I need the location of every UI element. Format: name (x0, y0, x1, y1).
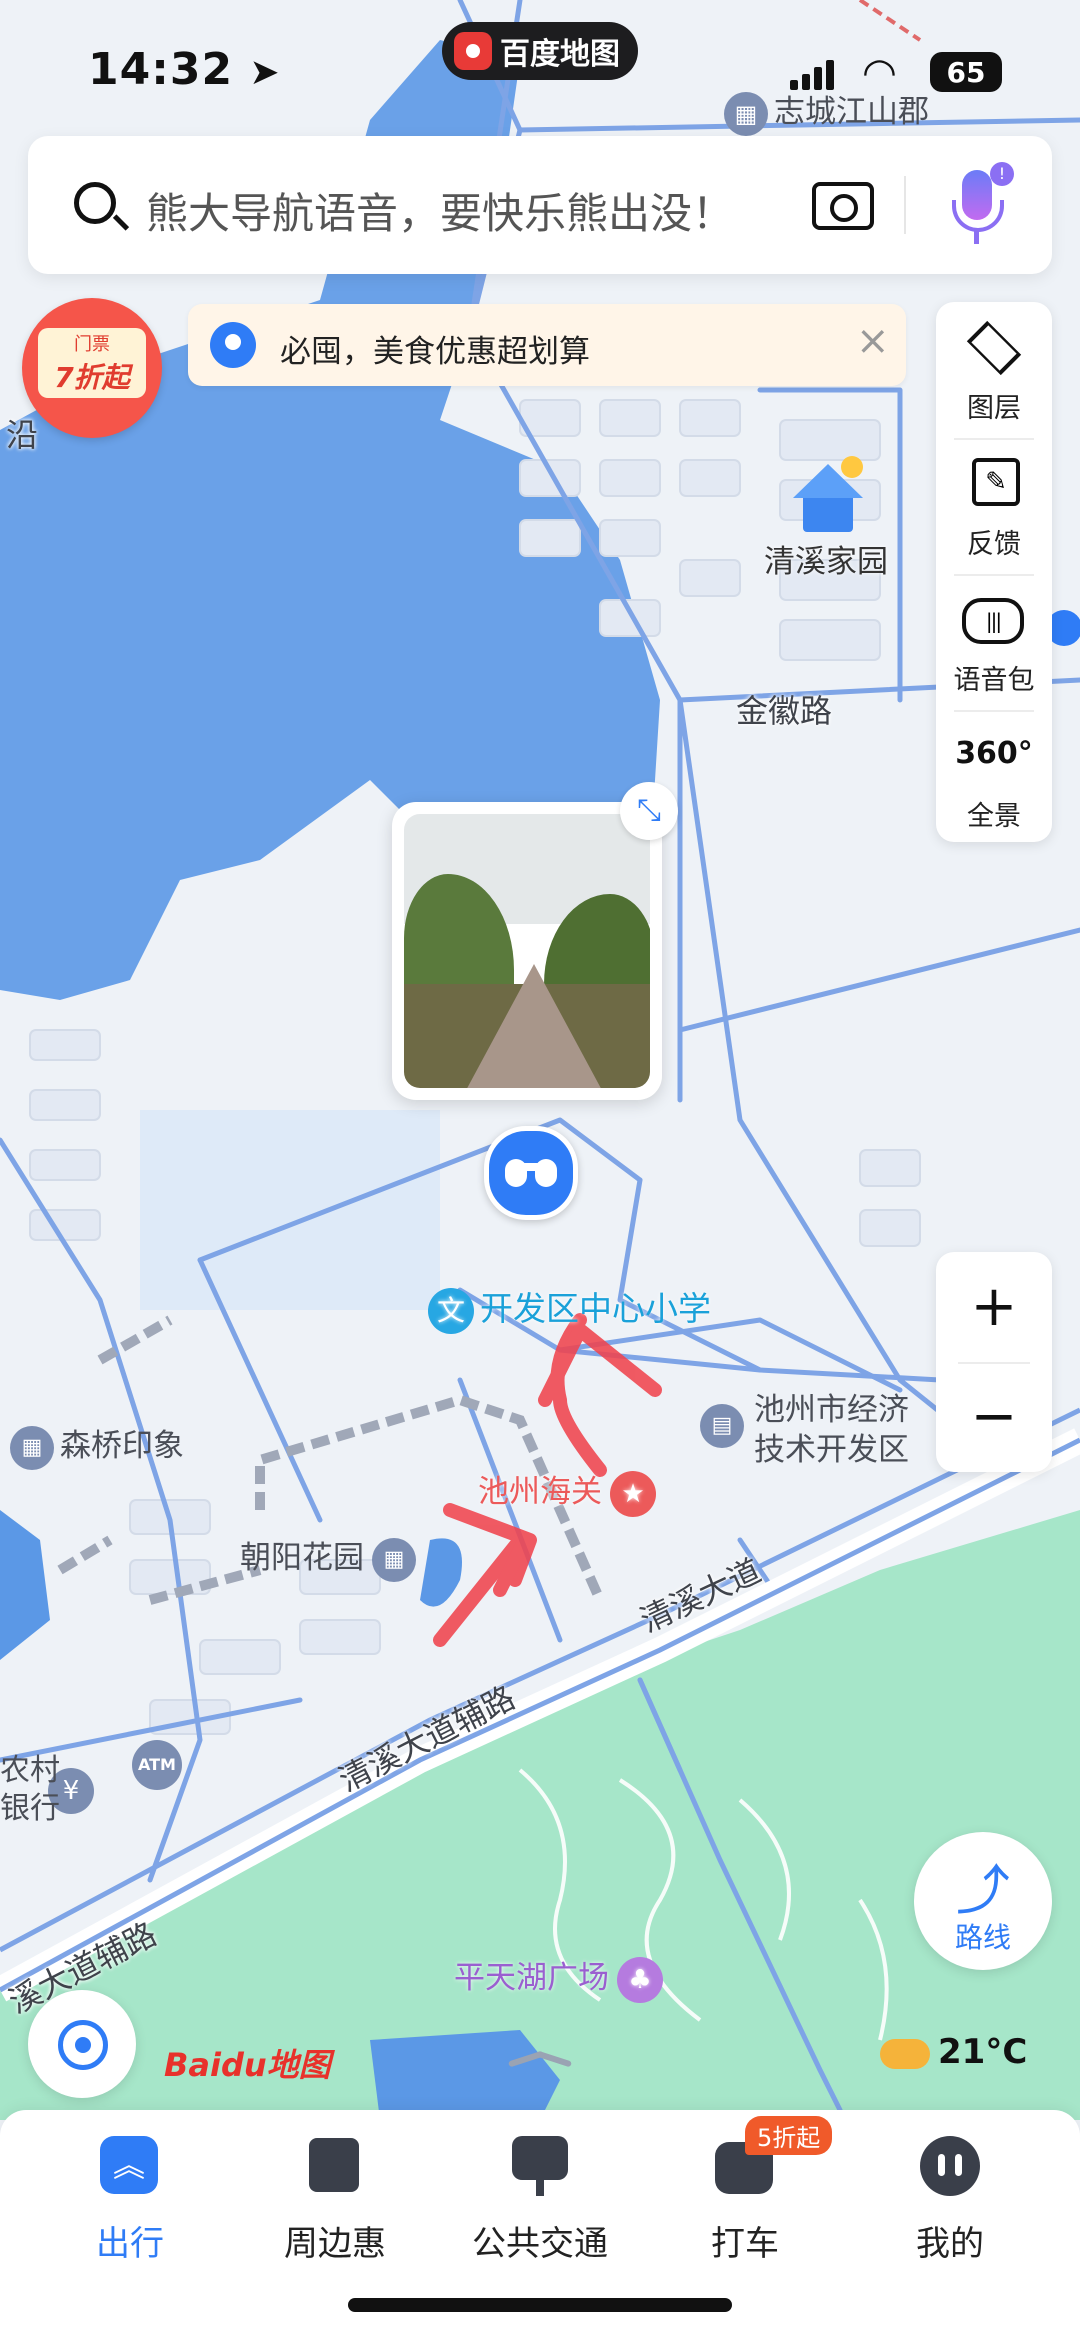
location-arrow-icon: ➤ (249, 52, 281, 93)
camera-icon[interactable] (812, 182, 874, 230)
tab-profile[interactable]: 我的 (860, 2124, 1040, 2274)
tool-panorama[interactable]: 360° 全景 (936, 710, 1052, 845)
poi-bank-partial[interactable]: 农村 银行 (0, 1752, 60, 1828)
poi-pingtian[interactable]: 平天湖广场 ♣ (454, 1952, 663, 2003)
binoculars-icon[interactable] (484, 1126, 578, 1220)
poi-qingxi-home-label: 清溪家园 (764, 544, 888, 580)
crosshair-icon (58, 2020, 108, 2070)
ticket-discount-badge[interactable]: 门票 7折起 (22, 298, 162, 438)
poi-dev-zone[interactable]: ▤ 池州市经济 技术开发区 (700, 1390, 909, 1470)
poi-senqiao[interactable]: ▦ 森桥印象 (10, 1420, 184, 1470)
bus-stop-icon (512, 2136, 568, 2180)
signal-icon (790, 60, 838, 90)
battery-indicator: 65 (930, 52, 1002, 92)
tab-nearby-deals[interactable]: 周边惠 (245, 2124, 425, 2274)
attraction-icon: ♣ (617, 1956, 663, 2003)
badge-main-text: 7折起 (54, 361, 130, 394)
location-pin-icon (210, 322, 256, 368)
building-icon: ▦ (724, 91, 768, 136)
government-icon: ▤ (700, 1404, 744, 1448)
house-icon (785, 456, 867, 536)
badge-top-text: 门票 (74, 334, 110, 355)
baidu-logo: Baidu地图 (164, 2046, 331, 2084)
baidu-map-app-icon (454, 32, 492, 70)
layers-icon (966, 320, 1022, 376)
tab-taxi[interactable]: 5折起 打车 (655, 2116, 835, 2274)
close-icon[interactable]: × (856, 318, 890, 364)
road-label-left-top: 沿 (6, 416, 39, 454)
notification-dot-icon: ! (990, 162, 1014, 186)
poi-qingxi-home[interactable]: 清溪家园 (756, 456, 896, 581)
drawer-handle-icon[interactable] (494, 2044, 584, 2070)
route-arrow-icon: ⤴ (956, 1859, 1010, 1922)
street-view-thumbnail[interactable] (392, 802, 662, 1100)
app-indicator-pill[interactable]: 百度地图 (442, 22, 638, 80)
poi-school[interactable]: 文开发区中心小学 (428, 1282, 711, 1334)
building-icon: ▦ (372, 1537, 416, 1582)
building-icon: ▦ (10, 1425, 54, 1470)
search-bar[interactable]: 熊大导航语音，要快乐熊出没！ ! (28, 136, 1052, 274)
locate-button[interactable] (28, 1990, 136, 2098)
search-placeholder[interactable]: 熊大导航语音，要快乐熊出没！ (146, 180, 734, 241)
coupon-bag-icon (309, 2138, 359, 2192)
search-icon[interactable] (74, 182, 116, 224)
status-time: 14:32 ➤ (88, 44, 281, 95)
taxi-discount-badge: 5折起 (745, 2116, 833, 2155)
route-button[interactable]: ⤴ 路线 (914, 1832, 1052, 1970)
panorama-icon: 360° (955, 736, 1033, 771)
home-indicator[interactable] (348, 2298, 732, 2312)
tab-public-transit[interactable]: 公共交通 (450, 2124, 630, 2274)
road-label-jinhui: 金徽路 (736, 692, 833, 730)
map-toolbox: 图层 ✎ 反馈 ||| 语音包 360° 全景 (936, 302, 1052, 842)
wifi-icon: ◠ (862, 50, 897, 96)
poi-chaoyang[interactable]: 朝阳花园 ▦ (240, 1532, 416, 1582)
poi-zhicheng[interactable]: ▦ 志城江山郡 (724, 86, 929, 136)
profile-icon (920, 2136, 980, 2196)
star-marker-icon: ★ (610, 1470, 656, 1517)
school-icon: 文 (428, 1287, 474, 1334)
zoom-out-button[interactable]: − (936, 1362, 1052, 1472)
tool-feedback[interactable]: ✎ 反馈 (936, 438, 1052, 573)
weather[interactable]: 21°C (880, 2032, 1027, 2072)
zoom-in-button[interactable]: + (936, 1252, 1052, 1362)
tool-voice-pack[interactable]: ||| 语音包 (936, 574, 1052, 709)
tab-travel[interactable]: ︽ 出行 (40, 2124, 220, 2274)
collapse-icon[interactable]: ⤡ (620, 782, 678, 840)
voice-wave-icon: ||| (962, 598, 1024, 644)
cloud-sun-icon (880, 2038, 930, 2069)
zoom-controls: + − (936, 1252, 1052, 1472)
microphone-icon[interactable]: ! (948, 162, 1014, 250)
promo-banner[interactable]: 必囤，美食优惠超划算 × (188, 304, 906, 386)
travel-icon: ︽ (100, 2136, 158, 2194)
poi-customs[interactable]: 池州海关 ★ (478, 1466, 656, 1517)
atm-icon[interactable]: ATM (132, 1740, 182, 1790)
tool-layers[interactable]: 图层 (936, 302, 1052, 437)
promo-banner-text: 必囤，美食优惠超划算 (280, 334, 590, 370)
edit-icon: ✎ (972, 458, 1020, 506)
